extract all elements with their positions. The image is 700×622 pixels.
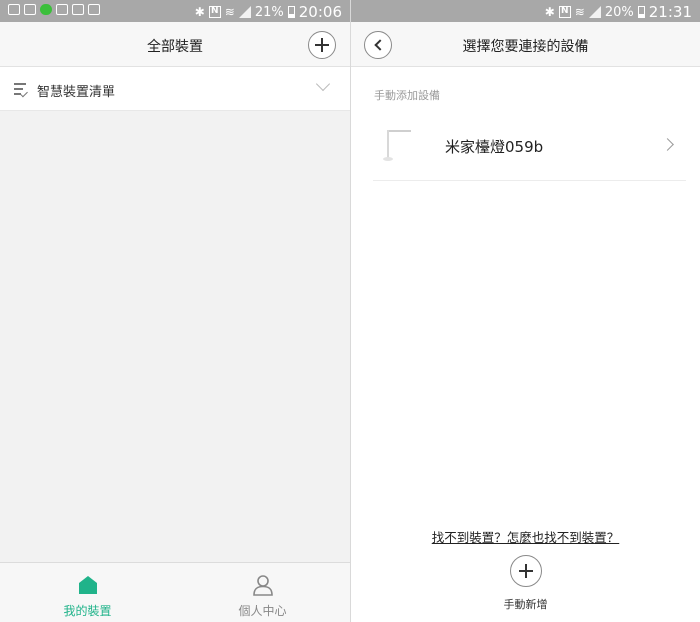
nfc-icon: N	[208, 6, 221, 18]
briefcase-icon	[72, 4, 84, 15]
shopping-bag-icon	[88, 4, 100, 15]
status-time: 21:31	[648, 3, 692, 21]
wifi-icon: ≋	[574, 5, 585, 19]
chevron-down-icon	[315, 76, 331, 92]
wechat-icon	[40, 4, 52, 15]
top-bar: 選擇您要連接的設備	[351, 22, 700, 67]
manual-add-button[interactable]	[510, 555, 542, 587]
battery-percent: 21%	[254, 4, 284, 20]
add-device-button[interactable]	[308, 31, 336, 59]
tab-label: 個人中心	[238, 604, 287, 618]
page-title: 選擇您要連接的設備	[462, 39, 589, 55]
status-bar: ✱ N ≋ 21% 20:06	[0, 0, 350, 22]
nfc-icon: N	[558, 6, 571, 18]
plus-icon	[315, 38, 329, 52]
battery-percent: 20%	[604, 4, 634, 20]
list-icon	[14, 83, 28, 98]
chevron-right-icon	[661, 138, 674, 151]
manual-add-label: 手動新增	[503, 598, 548, 611]
bluetooth-icon: ✱	[544, 5, 555, 19]
status-time: 20:06	[298, 3, 342, 21]
tab-profile[interactable]: 個人中心	[175, 563, 350, 622]
bottom-tab-bar: 我的裝置 個人中心	[0, 562, 350, 622]
tab-my-devices[interactable]: 我的裝置	[0, 563, 175, 622]
select-device-screen: ✱ N ≋ 20% 21:31 選擇您要連接的設備 手動添加設備 米家檯燈059…	[350, 0, 700, 622]
signal-icon	[588, 6, 601, 18]
tab-label: 我的裝置	[63, 604, 112, 618]
my-devices-screen: ✱ N ≋ 21% 20:06 全部裝置 智慧裝置清單 我的裝置 個人中心	[0, 0, 350, 622]
bluetooth-icon: ✱	[194, 5, 205, 19]
device-row[interactable]: 米家檯燈059b	[373, 112, 686, 181]
device-name: 米家檯燈059b	[445, 138, 544, 156]
person-icon	[253, 575, 273, 596]
gmail-icon	[8, 4, 20, 15]
gallery-icon	[24, 4, 36, 15]
cannot-find-device-link[interactable]: 找不到裝置？怎麼也找不到裝置？	[351, 527, 700, 546]
device-list-dropdown[interactable]: 智慧裝置清單	[0, 67, 350, 111]
home-icon	[79, 576, 97, 594]
desk-lamp-icon	[383, 130, 411, 161]
mail-icon	[56, 4, 68, 15]
section-label: 手動添加設備	[374, 89, 440, 102]
top-bar: 全部裝置	[0, 22, 350, 67]
battery-icon	[637, 6, 645, 18]
notification-icons	[8, 4, 100, 15]
page-title: 全部裝置	[147, 39, 203, 55]
wifi-icon: ≋	[224, 5, 235, 19]
device-list-label: 智慧裝置清單	[37, 85, 116, 100]
battery-icon	[287, 6, 295, 18]
status-bar: ✱ N ≋ 20% 21:31	[351, 0, 700, 22]
signal-icon	[238, 6, 251, 18]
plus-icon	[519, 564, 533, 578]
